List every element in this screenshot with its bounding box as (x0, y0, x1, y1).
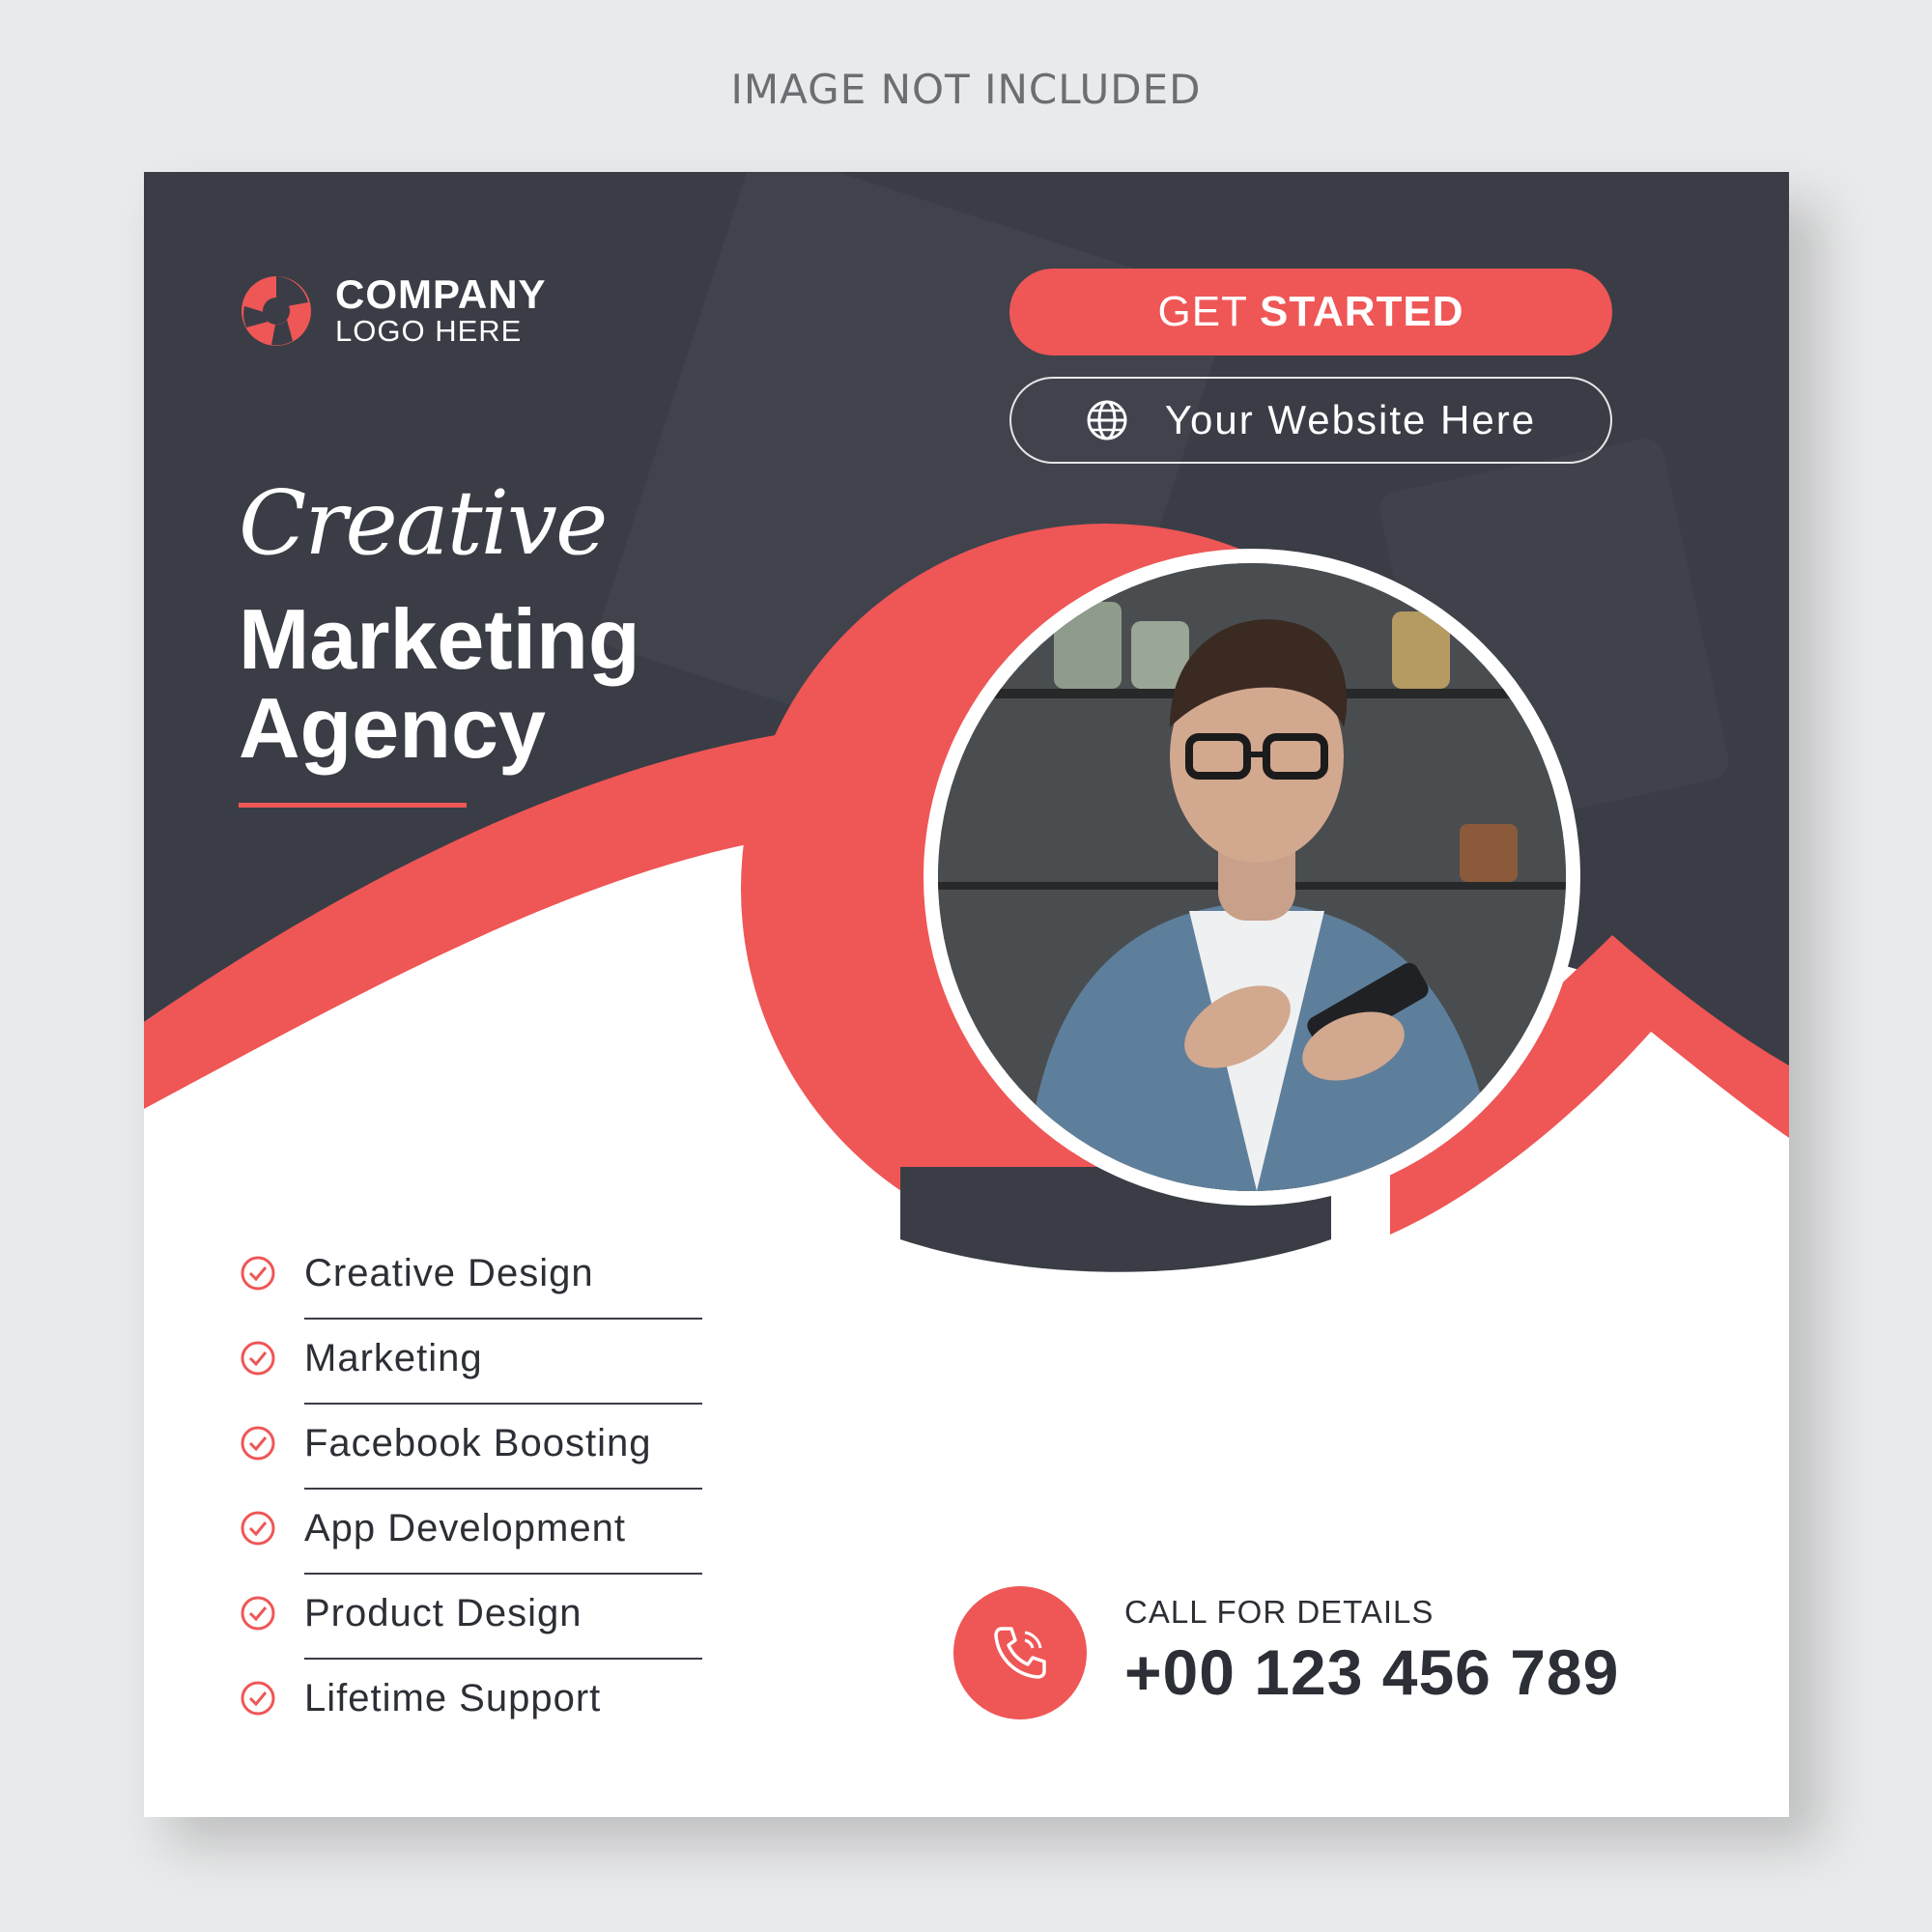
headline-script-text: Creative (239, 471, 608, 575)
get-started-light-text: GET (1157, 288, 1248, 335)
service-label: Product Design (304, 1592, 582, 1634)
get-started-button[interactable]: GET STARTED (1009, 269, 1612, 355)
service-label: App Development (304, 1507, 626, 1549)
check-circle-icon (241, 1426, 275, 1461)
phone-icon (994, 1627, 1046, 1679)
list-item: Creative Design (239, 1235, 702, 1320)
headline-line1: Marketing (239, 591, 640, 687)
check-circle-icon (241, 1681, 275, 1716)
person-illustration (938, 563, 1566, 1191)
services-list: Creative Design Marketing Facebook Boost… (239, 1235, 702, 1745)
phone-call-button[interactable] (953, 1586, 1087, 1719)
list-item: Product Design (239, 1575, 702, 1660)
phone-number[interactable]: +00 123 456 789 (1124, 1635, 1619, 1709)
call-label: CALL FOR DETAILS (1124, 1594, 1435, 1630)
person-photo (938, 563, 1566, 1191)
globe-icon (1087, 400, 1127, 440)
service-label: Facebook Boosting (304, 1422, 652, 1464)
headline-underline (239, 803, 467, 808)
logo-swirl-icon (242, 276, 311, 346)
service-label: Lifetime Support (304, 1677, 602, 1719)
headline-line2: Agency (239, 680, 546, 776)
website-button[interactable]: Your Website Here (1009, 377, 1612, 464)
check-circle-icon (241, 1596, 275, 1631)
logo-company-text: COMPANY (335, 271, 547, 317)
check-circle-icon (241, 1256, 275, 1291)
image-not-included-notice: IMAGE NOT INCLUDED (730, 66, 1202, 113)
get-started-bold-text: STARTED (1259, 288, 1464, 335)
list-item: Facebook Boosting (239, 1405, 702, 1490)
check-circle-icon (241, 1511, 275, 1546)
check-circle-icon (241, 1341, 275, 1376)
website-text: Your Website Here (1164, 397, 1537, 442)
social-post-card: COMPANY LOGO HERE GET STARTED Your Websi… (144, 172, 1789, 1817)
list-item: App Development (239, 1490, 702, 1575)
company-logo: COMPANY LOGO HERE (239, 273, 547, 349)
service-label: Marketing (304, 1337, 483, 1379)
logo-tagline-text: LOGO HERE (335, 314, 523, 348)
list-item: Marketing (239, 1320, 702, 1405)
list-item: Lifetime Support (239, 1660, 702, 1745)
service-label: Creative Design (304, 1252, 594, 1294)
